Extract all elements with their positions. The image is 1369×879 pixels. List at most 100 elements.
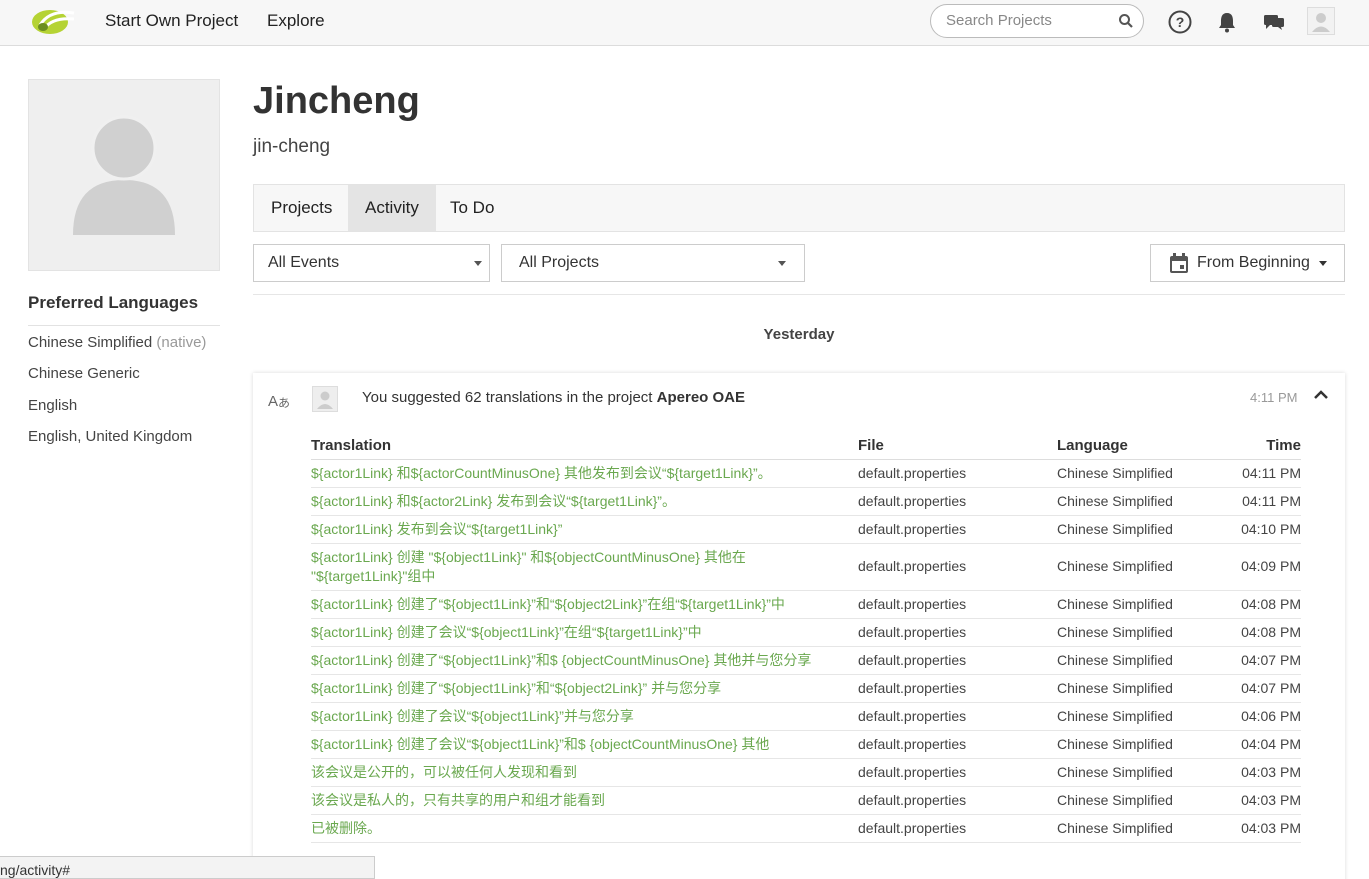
file-cell: default.properties <box>858 702 1057 731</box>
language-cell: Chinese Simplified <box>1057 515 1227 544</box>
projects-filter-value: All Projects <box>519 254 600 271</box>
table-row: ${actor1Link} 和${actor2Link} 发布到会议“${tar… <box>311 487 1301 516</box>
language-item: English, United Kingdom <box>28 428 192 445</box>
search-icon[interactable] <box>1118 13 1134 29</box>
time-cell: 04:11 PM <box>1227 487 1301 516</box>
language-cell: Chinese Simplified <box>1057 786 1227 815</box>
explore-link[interactable]: Explore <box>267 11 325 31</box>
tab-activity[interactable]: Activity <box>348 185 436 231</box>
file-cell: default.properties <box>858 618 1057 647</box>
language-name: English, United Kingdom <box>28 428 193 445</box>
file-cell: default.properties <box>858 730 1057 759</box>
events-filter-dropdown[interactable]: All Events <box>253 244 490 282</box>
default-avatar-icon <box>73 115 175 235</box>
avatar-icon <box>317 391 333 409</box>
language-name: Chinese Simplified <box>28 334 153 351</box>
avatar-icon <box>1312 13 1330 32</box>
time-cell: 04:07 PM <box>1227 674 1301 703</box>
profile-picture <box>28 79 220 271</box>
translation-cell[interactable]: ${actor1Link} 和${actorCountMinusOne} 其他发… <box>311 459 858 488</box>
language-item: English <box>28 397 77 414</box>
table-row: ${actor1Link} 创建 "${object1Link}" 和${obj… <box>311 543 1301 591</box>
logo-icon[interactable] <box>30 5 76 37</box>
translation-cell[interactable]: ${actor1Link} 发布到会议“${target1Link}” <box>311 515 858 544</box>
language-cell: Chinese Simplified <box>1057 814 1227 843</box>
language-cell: Chinese Simplified <box>1057 758 1227 787</box>
tab-todo[interactable]: To Do <box>433 185 511 231</box>
language-cell: Chinese Simplified <box>1057 459 1227 488</box>
file-cell: default.properties <box>858 786 1057 815</box>
svg-text:?: ? <box>1176 14 1185 30</box>
time-cell: 04:11 PM <box>1227 459 1301 488</box>
activity-project-link[interactable]: Apereo OAE <box>657 389 745 406</box>
translation-cell[interactable]: 已被删除。 <box>311 814 858 843</box>
translation-cell[interactable]: 该会议是公开的，可以被任何人发现和看到 <box>311 758 858 787</box>
chevron-up-icon[interactable] <box>1313 387 1329 403</box>
time-cell: 04:03 PM <box>1227 786 1301 815</box>
start-own-project-link[interactable]: Start Own Project <box>105 11 238 31</box>
translation-cell[interactable]: ${actor1Link} 和${actor2Link} 发布到会议“${tar… <box>311 487 858 516</box>
table-row: ${actor1Link} 创建了会议“${object1Link}”在组“${… <box>311 618 1301 647</box>
user-avatar[interactable] <box>1307 7 1335 35</box>
activity-message: You suggested 62 translations in the pro… <box>362 389 745 406</box>
time-cell: 04:10 PM <box>1227 515 1301 544</box>
language-cell: Chinese Simplified <box>1057 646 1227 675</box>
activity-user-avatar <box>312 386 338 412</box>
translate-icon: A あ <box>268 393 290 410</box>
time-cell: 04:03 PM <box>1227 758 1301 787</box>
translation-cell[interactable]: ${actor1Link} 创建了会议“${object1Link}”并与您分享 <box>311 702 858 731</box>
time-cell: 04:09 PM <box>1227 543 1301 591</box>
translation-cell[interactable]: ${actor1Link} 创建了会议“${object1Link}”在组“${… <box>311 618 858 647</box>
language-cell: Chinese Simplified <box>1057 730 1227 759</box>
time-cell: 04:06 PM <box>1227 702 1301 731</box>
svg-text:あ: あ <box>278 396 290 410</box>
file-cell: default.properties <box>858 758 1057 787</box>
file-cell: default.properties <box>858 646 1057 675</box>
table-row: ${actor1Link} 创建了“${object1Link}”和“${obj… <box>311 674 1301 703</box>
column-header-translation: Translation <box>311 433 858 460</box>
date-range-value: From Beginning <box>1197 254 1310 271</box>
table-row: ${actor1Link} 和${actorCountMinusOne} 其他发… <box>311 459 1301 488</box>
user-display-name: Jincheng <box>253 80 420 122</box>
translation-cell[interactable]: ${actor1Link} 创建了“${object1Link}”和“${obj… <box>311 674 858 703</box>
table-row: ${actor1Link} 创建了会议“${object1Link}”和$ {o… <box>311 730 1301 759</box>
search-box[interactable] <box>930 4 1144 38</box>
preferred-languages-title: Preferred Languages <box>28 293 199 312</box>
date-range-dropdown[interactable]: From Beginning <box>1150 244 1345 282</box>
translation-cell[interactable]: ${actor1Link} 创建了“${object1Link}”和“${obj… <box>311 590 858 619</box>
translation-cell[interactable]: ${actor1Link} 创建了“${object1Link}”和$ {obj… <box>311 646 858 675</box>
table-row: 该会议是私人的，只有共享的用户和组才能看到 default.properties C… <box>311 786 1301 815</box>
divider <box>28 325 220 326</box>
file-cell: default.properties <box>858 814 1057 843</box>
activity-message-text: You suggested 62 translations in the pro… <box>362 389 657 406</box>
language-item: Chinese Simplified (native) <box>28 334 206 351</box>
table-row: 已被删除。 default.properties Chinese Simplifie… <box>311 814 1301 843</box>
projects-filter-dropdown[interactable]: All Projects <box>501 244 805 282</box>
tab-projects[interactable]: Projects <box>254 185 349 231</box>
time-cell: 04:03 PM <box>1227 814 1301 843</box>
search-input[interactable] <box>946 12 1116 29</box>
table-row: ${actor1Link} 发布到会议“${target1Link}” defau… <box>311 515 1301 544</box>
table-header-row: Translation File Language Time <box>311 433 1301 460</box>
time-cell: 04:08 PM <box>1227 590 1301 619</box>
user-username: jin-cheng <box>253 136 331 157</box>
file-cell: default.properties <box>858 487 1057 516</box>
events-filter-value: All Events <box>268 254 340 271</box>
file-cell: default.properties <box>858 543 1057 591</box>
table-row: 该会议是公开的，可以被任何人发现和看到 default.properties Chi… <box>311 758 1301 787</box>
bell-icon[interactable] <box>1214 9 1240 35</box>
translation-cell[interactable]: ${actor1Link} 创建了会议“${object1Link}”和$ {o… <box>311 730 858 759</box>
divider <box>253 294 1345 295</box>
activity-card: A あ You suggested 62 translations in the… <box>253 373 1345 879</box>
translation-cell[interactable]: 该会议是私人的，只有共享的用户和组才能看到 <box>311 786 858 815</box>
activity-time: 4:11 PM <box>1250 390 1298 405</box>
native-tag: (native) <box>156 334 207 351</box>
table-row: ${actor1Link} 创建了“${object1Link}”和$ {obj… <box>311 646 1301 675</box>
help-icon[interactable]: ? <box>1167 9 1193 35</box>
file-cell: default.properties <box>858 590 1057 619</box>
translation-cell[interactable]: ${actor1Link} 创建 "${object1Link}" 和${obj… <box>311 543 858 591</box>
chat-icon[interactable] <box>1261 9 1287 35</box>
svg-text:A: A <box>268 393 278 410</box>
dropdown-caret-icon <box>1319 261 1327 266</box>
calendar-icon <box>1170 253 1188 273</box>
